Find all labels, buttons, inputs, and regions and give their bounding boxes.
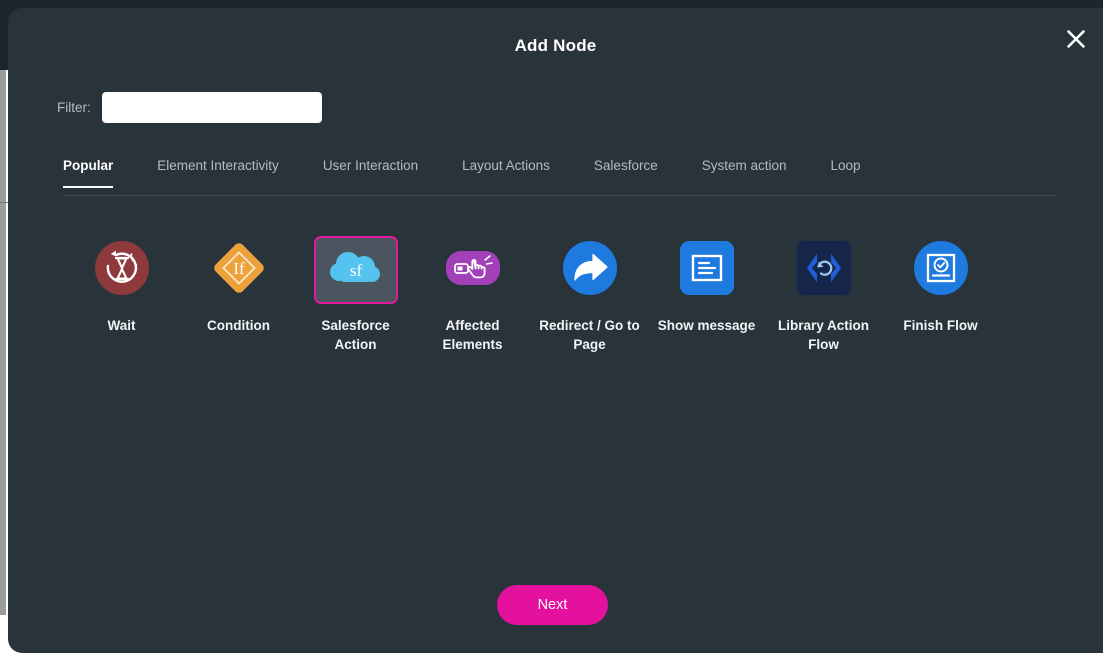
page-title: Add Node [514,36,597,55]
node-label: Affected Elements [442,318,503,352]
tab-loop[interactable]: Loop [831,158,861,187]
condition-diamond-if-icon: If [210,239,268,302]
finish-checkmark-document-icon [913,240,969,301]
node-item-finish-flow[interactable]: Finish Flow [882,236,999,335]
tab-popular[interactable]: Popular [63,158,114,188]
node-item-affected-elements[interactable]: Affected Elements [414,236,531,354]
node-icon-box [548,236,632,304]
node-label: Wait [107,318,136,333]
hourglass-refresh-icon [94,240,150,301]
node-item-show-message[interactable]: Show message [648,236,765,335]
node-item-library-action-flow[interactable]: Library Action Flow [765,236,882,354]
tab-user-interaction[interactable]: User Interaction [323,158,418,187]
node-icon-box: If [197,236,281,304]
node-item-salesforce-action[interactable]: sf Salesforce Action [297,236,414,354]
filter-input[interactable] [101,92,322,123]
svg-text:If: If [233,259,245,278]
tab-system-action[interactable]: System action [702,158,787,187]
node-label: Salesforce Action [321,318,390,352]
node-icon-box [899,236,983,304]
node-item-redirect-go-to-page[interactable]: Redirect / Go to Page [531,236,648,354]
node-item-wait[interactable]: Wait [63,236,180,335]
node-item-condition[interactable]: If Condition [180,236,297,335]
svg-text:sf: sf [349,261,362,280]
code-brackets-refresh-icon [796,240,852,301]
node-grid: Wait If Condition sf Salesforce Action A… [63,236,1058,354]
page-backdrop-left-rail [0,70,6,615]
node-icon-box [431,236,515,304]
filter-label: Filter: [57,100,91,115]
node-label: Condition [207,318,270,333]
node-icon-box [665,236,749,304]
node-icon-box [80,236,164,304]
redirect-arrow-icon [562,240,618,301]
node-label: Redirect / Go to Page [539,318,640,352]
tab-layout-actions[interactable]: Layout Actions [462,158,550,187]
tab-salesforce[interactable]: Salesforce [594,158,658,187]
salesforce-cloud-sf-icon: sf [326,246,386,295]
tab-element-interactivity[interactable]: Element Interactivity [157,158,279,187]
node-icon-box [782,236,866,304]
screen-root: Add Node Filter: Popular Element Interac… [0,0,1103,660]
hand-cursor-element-icon [445,240,501,301]
category-tabs: Popular Element Interactivity User Inter… [63,158,1056,196]
close-button[interactable] [1059,22,1093,56]
filter-row: Filter: [57,92,322,123]
add-node-modal: Add Node Filter: Popular Element Interac… [8,8,1103,653]
node-icon-box-selected: sf [313,236,398,304]
node-label: Library Action Flow [777,318,869,352]
message-document-icon [679,240,735,301]
node-label: Finish Flow [903,318,978,333]
close-icon [1065,28,1087,50]
node-label: Show message [657,318,756,333]
next-button[interactable]: Next [497,585,608,625]
